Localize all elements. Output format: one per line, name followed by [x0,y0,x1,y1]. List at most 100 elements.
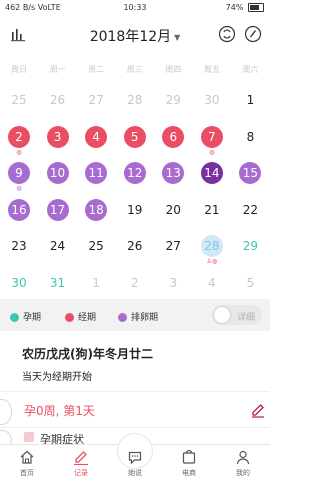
day-number: 21 [204,202,220,217]
pregnancy-row[interactable]: 孕0周, 第1天 [0,396,270,426]
day-number: 31 [49,275,66,290]
day-number: 1 [92,275,100,290]
user-icon [236,450,250,465]
day-number: 6 [162,125,185,148]
bottom-tab-bar: 首页 记录 她说 电商 我的 [0,433,270,481]
toggle-knob [214,307,230,323]
lunar-date: 农历戊戌(狗)年冬月廿二 [22,347,153,361]
calendar-day[interactable]: 2 [116,263,154,300]
calendar-day[interactable]: 31 [39,263,77,300]
battery-icon [248,3,264,12]
weekday-label: 周五 [203,65,220,74]
calendar-day[interactable]: 17 [39,190,77,227]
calendar-day[interactable]: 15 [231,153,269,190]
calendar-day[interactable]: 10 [39,153,77,190]
tab-user[interactable]: 我的 [216,445,270,481]
calendar-day[interactable]: 30 [0,263,38,300]
day-number: 17 [46,198,69,221]
calendar-day[interactable]: 25 [77,226,115,263]
calendar-day[interactable]: 21 [193,190,231,227]
calendar-day[interactable]: 4 [77,117,115,154]
status-bar: 462 B/s VoLTE 10:33 74% [0,0,270,16]
calendar-day[interactable]: 7 ◍ [193,117,231,155]
calendar-day[interactable]: 19 [116,190,154,227]
calendar-day[interactable]: 2 ◍ [0,117,38,155]
day-status: 当天为经期开始 [22,372,92,383]
calendar-day[interactable]: 26 [116,226,154,263]
day-number: 8 [246,129,255,144]
tab-label: 电商 [182,469,196,477]
calendar-day[interactable]: 25 [0,80,38,117]
day-number: 27 [165,239,181,253]
calendar-day[interactable]: 18 [77,190,115,227]
day-number: 25 [11,93,27,107]
calendar-day[interactable]: 30 [193,80,231,117]
calendar-day[interactable]: 29 [231,226,269,263]
day-number: 4 [85,125,108,148]
toggle-label: 详细 [236,313,255,323]
calendar-day[interactable]: 28 [116,80,154,117]
legend-dot [65,313,74,322]
calendar-day[interactable]: 26 [39,80,77,117]
calendar-day[interactable]: 6 [154,117,192,154]
legend-label: 排卵期 [131,313,159,323]
calendar-day[interactable]: 20 [154,190,192,227]
weekday-label: 周一 [49,65,66,74]
day-number: 22 [242,202,259,217]
legend-item: 孕期 [10,310,41,323]
tab-label: 她说 [128,469,142,477]
day-number: 20 [165,202,181,217]
battery-indicator: 74% [226,3,264,12]
sync-icon[interactable] [218,25,236,43]
detail-toggle[interactable]: 详细 [212,305,262,325]
calendar-day[interactable]: 14 [193,153,231,190]
calendar-day[interactable]: 27 [154,226,192,263]
calendar-day[interactable]: 3 [154,263,192,300]
calendar-day[interactable]: 12 [116,153,154,190]
calendar-day[interactable]: 1 [77,263,115,300]
calendar-day[interactable]: 4 [193,263,231,300]
tab-shop[interactable]: 电商 [162,445,216,481]
calendar-day[interactable]: 22 [231,190,269,227]
legend-dot [118,313,127,322]
edit-circle-icon[interactable] [244,25,262,43]
calendar-day[interactable]: 23 [0,226,38,263]
day-number: 4 [208,275,216,290]
tab-home[interactable]: 首页 [0,445,54,481]
calendar-day[interactable]: 28 ♙◍ [193,226,231,265]
weekday-label: 周三 [126,65,143,74]
calendar-day[interactable]: 16 [0,190,38,227]
calendar-day[interactable]: 9 ◍ [0,153,38,192]
calendar-day[interactable]: 5 [116,117,154,154]
legend-bar: 详细 孕期 经期 排卵期 [0,299,270,331]
shop-icon [182,449,196,464]
weekday-label: 周四 [165,65,182,74]
day-number: 9 [8,162,30,184]
tab-pencil[interactable]: 记录 [54,445,108,481]
calendar-day[interactable]: 8 [231,117,269,154]
day-number: 30 [204,93,220,107]
weekday-label: 周日 [11,65,27,74]
calendar-day[interactable]: 1 [231,80,269,117]
legend-label: 经期 [78,313,97,323]
timeline-marker [0,399,12,425]
calendar-day[interactable]: 29 [154,80,192,117]
calendar-day[interactable]: 24 [39,226,77,263]
calendar-day[interactable]: 3 [39,117,77,154]
day-number: 29 [165,93,181,107]
calendar-day[interactable]: 27 [77,80,115,117]
day-number: 5 [246,275,255,290]
calendar-day[interactable]: 13 [154,153,192,190]
tab-label: 记录 [74,469,88,477]
day-info: 农历戊戌(狗)年冬月廿二 当天为经期开始 [0,331,270,391]
day-number: 28 [127,93,143,107]
day-number: 3 [46,125,69,148]
tab-chat[interactable]: 她说 [108,433,162,481]
day-number: 16 [8,198,30,221]
calendar-day[interactable]: 5 [231,263,269,300]
day-number: 30 [11,275,27,290]
pencil-icon[interactable] [250,402,266,418]
day-number: 2 [8,125,30,148]
day-number: 5 [123,125,146,148]
calendar-day[interactable]: 11 [77,153,115,190]
